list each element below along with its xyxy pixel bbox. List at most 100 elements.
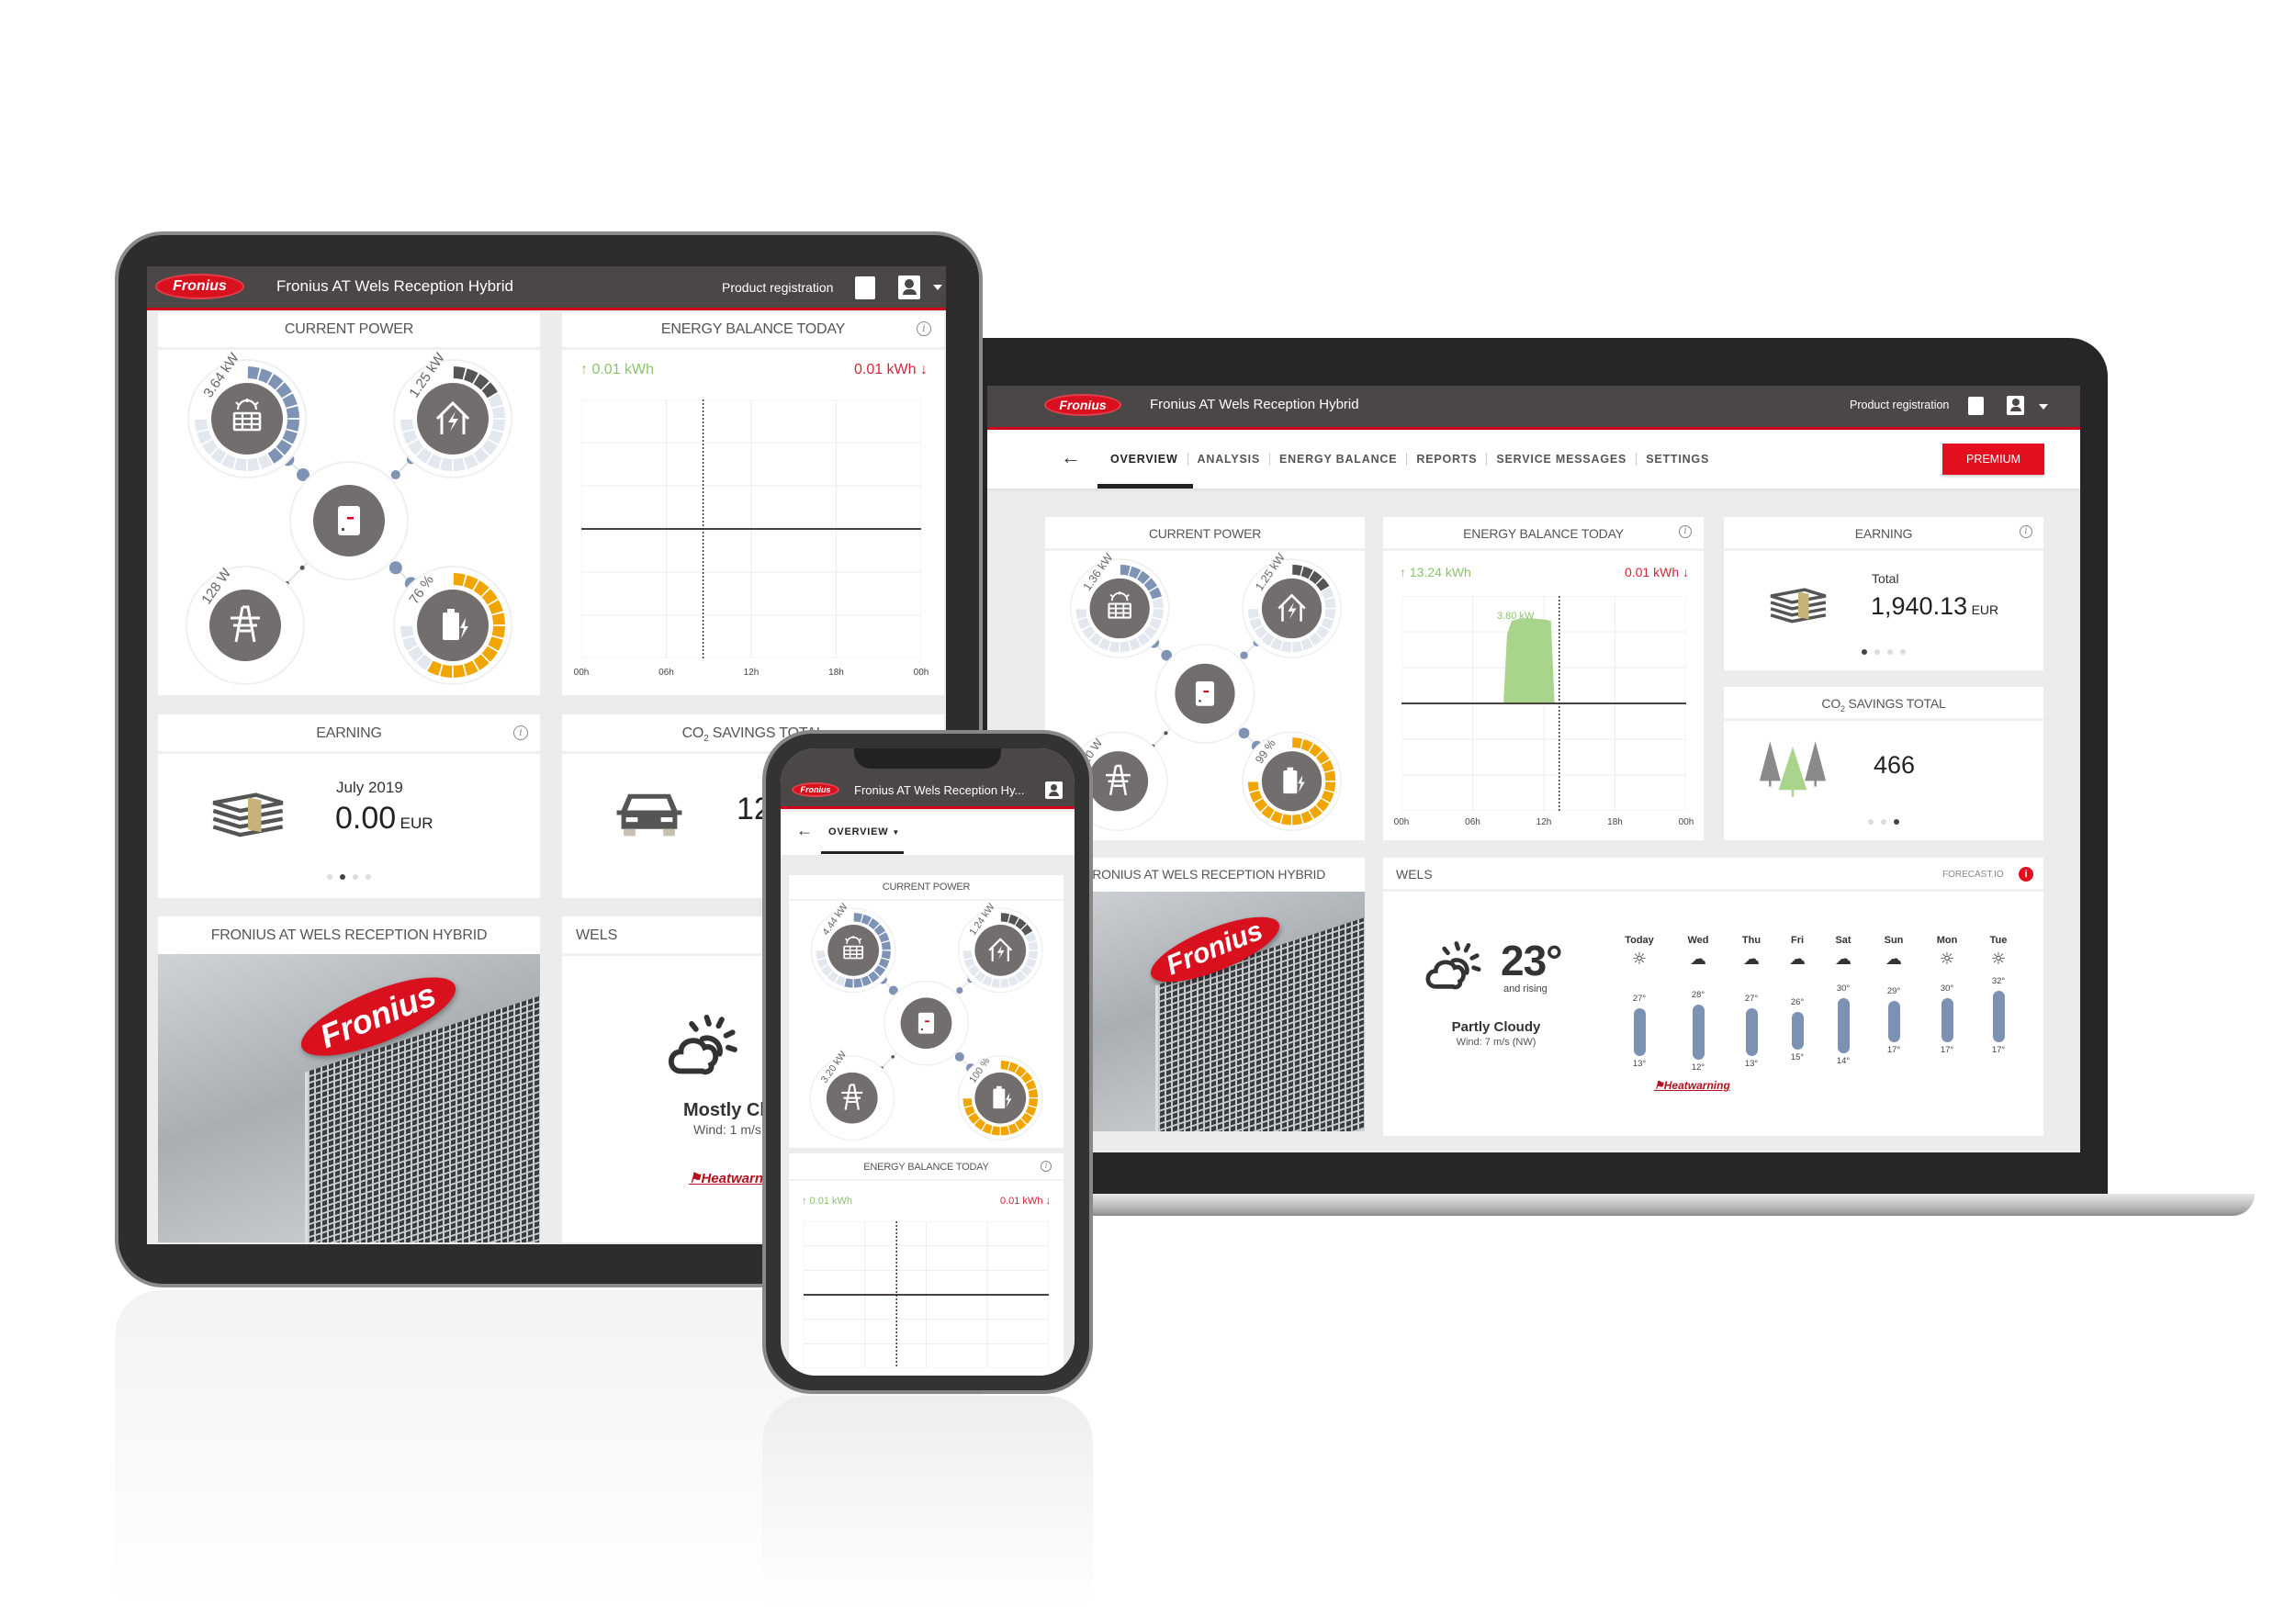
co2-savings-card: CO2 SAVINGS TOTAL 466 [1724, 687, 2043, 840]
premium-button[interactable]: PREMIUM [1942, 444, 2044, 475]
partly-cloudy-icon: ☁ [1743, 950, 1760, 969]
carousel-dot[interactable] [1868, 819, 1874, 825]
earning-label: Total [1872, 571, 1899, 586]
fronius-logo[interactable]: Fronius [1044, 394, 1121, 416]
forecast-low: 17° [1886, 1045, 1901, 1056]
x-tick-label: 18h [1607, 817, 1623, 827]
forecast-day: Tue [1989, 935, 2008, 946]
forecast-low: 15° [1790, 1051, 1805, 1062]
info-icon[interactable]: i [1679, 525, 1692, 538]
co2-value: 466 [1874, 751, 1916, 779]
earning-card: EARNING i Total 1,940.13 EUR [1724, 517, 2043, 670]
card-title: CO2 SAVINGS TOTAL [1724, 696, 2043, 714]
inverter-icon [1195, 681, 1215, 706]
forecast-day: Thu [1741, 935, 1761, 946]
divider [1724, 718, 2043, 721]
info-icon[interactable]: i [2020, 525, 2032, 538]
cloudy-icon: ☁ [1789, 950, 1806, 969]
temperature-range-bar [1692, 1005, 1705, 1060]
laptop-base [1056, 1194, 2255, 1216]
carousel-dot[interactable] [1881, 819, 1886, 825]
earning-currency: EUR [1971, 602, 1999, 617]
forecast-high: 30° [1836, 983, 1851, 994]
cloudy-icon: ☁ [1885, 950, 1902, 969]
user-icon[interactable] [2007, 396, 2024, 415]
temperature-range-bar [1791, 1011, 1804, 1050]
carousel-dots[interactable] [1724, 648, 2043, 655]
heatwarning-link[interactable]: ⚑Heatwarning [1654, 1079, 1730, 1092]
forecast-high: 27° [1632, 993, 1647, 1004]
earning-amount: 1,940.13 [1871, 592, 1968, 620]
carousel-dot[interactable] [1894, 819, 1899, 825]
certificate-icon[interactable] [1968, 397, 1984, 415]
card-title: EARNING [1854, 526, 1913, 541]
tab-overview[interactable]: OVERVIEW [1101, 453, 1187, 466]
forecast: Today ☼ 27° 13° Wed ☁ 28° 12° Thu ☁ 27° 13° Fri ☁ 26° 1… [1383, 858, 2043, 1136]
product-registration-link[interactable]: Product registration [1850, 399, 1949, 411]
tab-analysis[interactable]: ANALYSIS [1187, 453, 1269, 466]
divider [1383, 548, 1704, 551]
consumed-energy: 0.01 kWh ↓ [1624, 565, 1689, 579]
laptop-nav: ← OVERVIEW ANALYSIS ENERGY BALANCE REPOR… [987, 431, 2080, 489]
tab-reports[interactable]: REPORTS [1406, 453, 1486, 466]
card-title: ENERGY BALANCE TODAY [1463, 526, 1624, 541]
x-tick-label: 00h [1393, 817, 1410, 827]
carousel-dot[interactable] [1874, 649, 1880, 655]
active-tab-underline [1097, 484, 1193, 489]
carousel-dot[interactable] [1862, 649, 1867, 655]
carousel-dots[interactable] [1724, 818, 2043, 825]
tab-service-messages[interactable]: SERVICE MESSAGES [1486, 453, 1636, 466]
tab-settings[interactable]: SETTINGS [1636, 453, 1718, 466]
forecast-day: Fri [1790, 935, 1805, 946]
produced-energy: ↑ 13.24 kWh [1400, 565, 1471, 579]
temperature-range-bar [1992, 991, 2005, 1043]
x-axis-ticks: 00h 06h 12h 18h 00h [1394, 817, 1694, 830]
laptop: Fronius Fronius AT Wels Reception Hybrid… [0, 0, 2296, 1607]
production-area [1503, 618, 1555, 703]
forecast-high: 29° [1886, 986, 1901, 997]
forecast-low: 13° [1632, 1059, 1647, 1070]
flag-icon: ⚑ [1654, 1079, 1664, 1092]
temperature-range-bar [1887, 1001, 1900, 1043]
forecast-high: 27° [1744, 993, 1759, 1004]
carousel-dot[interactable] [1887, 649, 1893, 655]
forecast-low: 14° [1836, 1055, 1851, 1066]
forecast-day: Sun [1884, 935, 1904, 946]
weather-card: WELS FORECAST.IO i 23° and rising Partly… [1383, 858, 2043, 1136]
tab-energy-balance[interactable]: ENERGY BALANCE [1269, 453, 1406, 466]
forecast-high: 28° [1691, 990, 1705, 1000]
energy-balance-chart [1401, 596, 1686, 811]
energy-balance-card: ENERGY BALANCE TODAY i ↑ 13.24 kWh 0.01 … [1383, 517, 1704, 840]
back-arrow-icon[interactable]: ← [1061, 445, 1081, 469]
power-flow-diagram: 1.36 kW 1.25 kW10 W 99 % [1068, 551, 1342, 832]
laptop-header: Fronius Fronius AT Wels Reception Hybrid… [987, 386, 2080, 430]
temperature-range-bar [1745, 1007, 1758, 1057]
forecast-day: Mon [1936, 935, 1958, 946]
nav-tabs: OVERVIEW ANALYSIS ENERGY BALANCE REPORTS… [1101, 453, 1718, 466]
temperature-range-bar [1941, 997, 1953, 1043]
x-tick-label: 12h [1536, 817, 1552, 827]
forecast-high: 30° [1940, 983, 1954, 994]
forecast-low: 17° [1991, 1045, 2006, 1056]
current-power-card: CURRENT POWER 1.36 kW 1.25 kW 10 W 99 % [1045, 517, 1365, 840]
peak-label: 3.80 kW [1497, 611, 1535, 622]
temperature-range-bar [1633, 1007, 1646, 1057]
x-tick-label: 00h [1678, 817, 1694, 827]
forecast-day: Sat [1835, 935, 1851, 946]
carousel-dot[interactable] [1900, 649, 1906, 655]
sunny-icon: ☼ [1990, 950, 2007, 969]
forecast-low: 17° [1940, 1045, 1954, 1056]
earning-value: 1,940.13 EUR [1871, 592, 1998, 621]
forecast-day: Wed [1687, 935, 1709, 946]
forecast-high: 26° [1790, 996, 1805, 1007]
partly-cloudy-icon: ☁ [1690, 950, 1706, 969]
sunny-icon: ☼ [1939, 950, 1955, 969]
heatwarning-label: Heatwarning [1663, 1079, 1730, 1092]
temperature-range-bar [1837, 997, 1850, 1053]
trees-icon [1759, 741, 1827, 797]
card-title: FRONIUS AT WELS RECEPTION HYBRID [1084, 867, 1326, 882]
forecast-day: Today [1625, 935, 1654, 946]
caret-down-icon[interactable] [2039, 404, 2048, 414]
divider [1724, 548, 2043, 551]
site-photo-card: FRONIUS AT WELS RECEPTION HYBRID Fronius [1045, 858, 1365, 1131]
